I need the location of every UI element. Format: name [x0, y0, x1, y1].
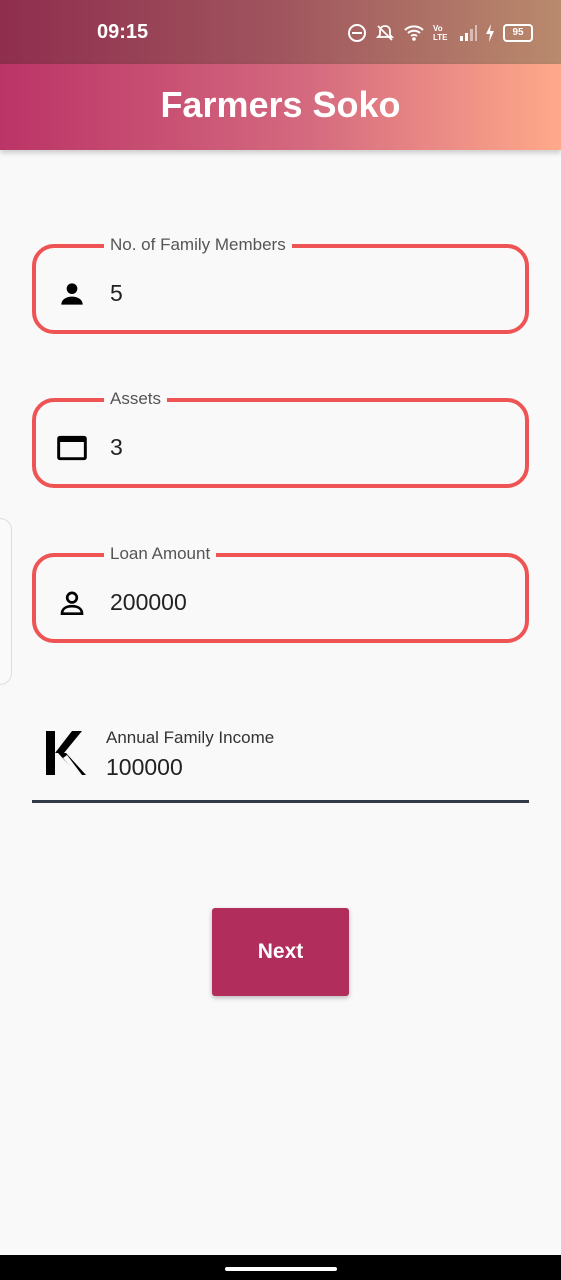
status-bar: 09:15 Vo LTE 95: [0, 0, 561, 64]
assets-input[interactable]: 3: [110, 434, 123, 461]
family-members-field[interactable]: No. of Family Members 5: [32, 234, 529, 334]
do-not-disturb-icon: [347, 23, 367, 43]
loan-amount-label: Loan Amount: [104, 543, 217, 565]
network-type-label: Vo LTE: [433, 24, 448, 42]
home-gesture-handle[interactable]: [225, 1267, 337, 1271]
app-title: Farmers Soko: [160, 84, 401, 125]
assets-field[interactable]: Assets 3: [32, 388, 529, 488]
person-icon: [56, 278, 88, 310]
loan-amount-field[interactable]: Loan Amount 200000: [32, 543, 529, 643]
window-icon: [56, 432, 88, 464]
status-time: 09:15: [97, 21, 149, 43]
app-bar: Farmers Soko: [0, 64, 561, 150]
navigation-bar: [0, 1255, 561, 1280]
assets-label: Assets: [104, 388, 168, 410]
annual-income-input[interactable]: 100000: [106, 754, 183, 781]
charging-icon: [485, 24, 495, 42]
family-members-input[interactable]: 5: [110, 280, 123, 307]
next-button[interactable]: Next: [212, 908, 349, 996]
person-outline-icon: [56, 587, 88, 619]
family-members-label: No. of Family Members: [104, 234, 292, 256]
signal-icon: [459, 24, 477, 42]
wifi-icon: [403, 23, 425, 43]
edge-panel-handle[interactable]: [0, 518, 12, 685]
bell-off-icon: [375, 23, 395, 43]
status-icons: Vo LTE 95: [347, 20, 533, 46]
battery-icon: 95: [503, 24, 533, 42]
annual-income-label: Annual Family Income: [106, 728, 275, 747]
k-logo-icon: [44, 728, 92, 778]
loan-amount-input[interactable]: 200000: [110, 589, 187, 616]
annual-income-field[interactable]: Annual Family Income 100000: [32, 718, 529, 803]
